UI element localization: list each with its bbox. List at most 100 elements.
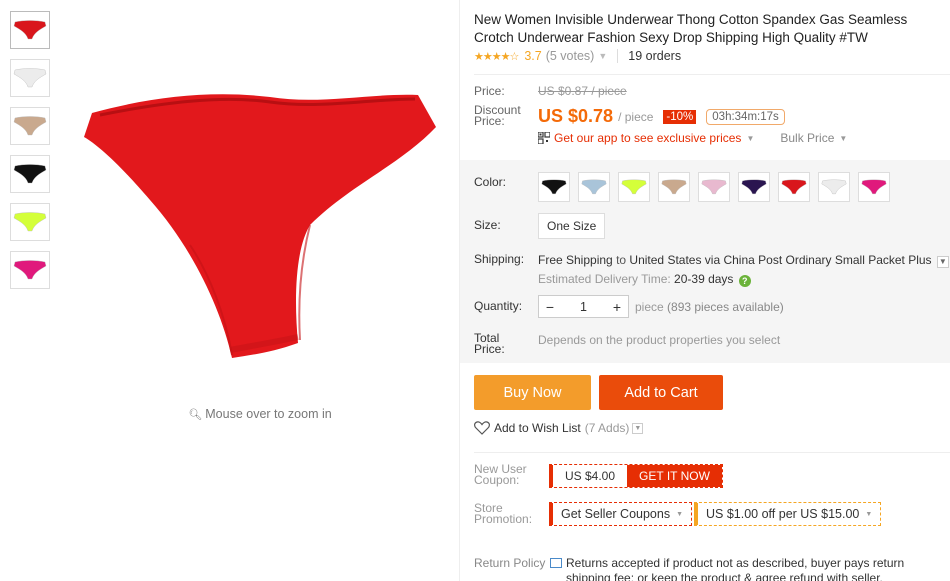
divider: [474, 74, 950, 75]
caret-down-icon[interactable]: ▼: [839, 134, 847, 143]
rating-stars-icon: ★★★★☆: [474, 50, 519, 63]
discount-badge: -10%: [663, 109, 697, 124]
countdown-timer: 03h:34m:17s: [706, 108, 785, 125]
magnifier-icon: 🔍︎: [188, 409, 203, 421]
thumbnail-pink-thumb[interactable]: [10, 251, 50, 289]
caret-down-icon[interactable]: ▼: [676, 511, 683, 518]
color-swatch[interactable]: [738, 172, 770, 202]
delivery-days: 20-39 days: [674, 272, 734, 286]
size-label: Size:: [474, 218, 501, 232]
color-swatches: [538, 172, 898, 202]
coupon-label: Coupon:: [474, 473, 520, 487]
shipping-to: to: [616, 253, 627, 267]
total-price-note: Depends on the product properties you se…: [538, 333, 781, 347]
pieces-available: (893 pieces available): [667, 300, 784, 314]
panties-icon: [581, 179, 607, 195]
panties-icon: [661, 179, 687, 195]
thumbnail-nude-thumb[interactable]: [10, 107, 50, 145]
thumbnail-white-thumb[interactable]: [10, 59, 50, 97]
bulk-price-link[interactable]: Bulk Price: [780, 131, 834, 145]
return-policy-label: Return Policy: [474, 556, 546, 570]
color-swatch[interactable]: [538, 172, 570, 202]
delivery-label: Estimated Delivery Time:: [538, 272, 671, 286]
app-promo-row: Get our app to see exclusive prices ▼ Bu…: [538, 131, 847, 145]
app-prices-link[interactable]: Get our app to see exclusive prices: [554, 131, 741, 145]
buy-now-button[interactable]: Buy Now: [474, 375, 591, 410]
quantity-increase-button[interactable]: +: [606, 299, 628, 315]
panties-icon: [861, 179, 887, 195]
size-option-one-size[interactable]: One Size: [538, 213, 606, 239]
quantity-label: Quantity:: [474, 299, 523, 313]
caret-down-icon[interactable]: ▼: [746, 134, 754, 143]
quantity-unit: piece: [635, 300, 664, 314]
votes-link[interactable]: (5 votes): [546, 49, 595, 63]
add-to-cart-button[interactable]: Add to Cart: [599, 375, 723, 410]
availability: piece (893 pieces available): [635, 300, 784, 314]
panties-icon: [701, 179, 727, 195]
caret-down-icon[interactable]: ▼: [865, 511, 872, 518]
get-coupon-button[interactable]: GET IT NOW: [627, 465, 722, 487]
wishlist-row[interactable]: Add to Wish List (7 Adds) ▼: [474, 421, 644, 435]
panties-icon: [13, 260, 47, 280]
thumbnail-red-thumb[interactable]: [10, 11, 50, 49]
quantity-decrease-button[interactable]: −: [539, 299, 561, 315]
panties-icon: [13, 20, 47, 40]
color-swatch[interactable]: [618, 172, 650, 202]
color-swatch[interactable]: [658, 172, 690, 202]
promotion-label: Promotion:: [474, 512, 533, 526]
store-promotion-dropdown[interactable]: US $1.00 off per US $15.00 ▼: [694, 502, 882, 526]
heart-icon[interactable]: [474, 421, 490, 435]
return-policy: Return Policy Returns accepted if produc…: [474, 556, 936, 581]
seller-coupons-label[interactable]: Get Seller Coupons: [561, 507, 670, 521]
divider: [474, 452, 950, 453]
price-label: Price:: [474, 84, 505, 98]
quantity-input[interactable]: [563, 299, 604, 314]
panties-icon: [741, 179, 767, 195]
color-swatch[interactable]: [578, 172, 610, 202]
original-price: US $0.87 / piece: [538, 84, 627, 98]
panties-icon: [821, 179, 847, 195]
current-price-amount: US $0.78: [538, 106, 614, 126]
return-policy-text: Returns accepted if product not as descr…: [566, 556, 905, 581]
thumbnail-lime-thumb[interactable]: [10, 203, 50, 241]
color-swatch[interactable]: [698, 172, 730, 202]
thumbnail-black-thumb[interactable]: [10, 155, 50, 193]
chevron-down-icon[interactable]: ▼: [632, 422, 644, 434]
new-user-coupon: US $4.00 GET IT NOW: [549, 464, 723, 488]
delivery-estimate: Estimated Delivery Time: 20-39 days ?: [538, 272, 751, 287]
panties-icon: [13, 68, 47, 88]
rating-value: 3.7: [524, 49, 542, 63]
add-to-wishlist-link[interactable]: Add to Wish List: [494, 421, 581, 435]
shipping-dropdown-icon[interactable]: ▼: [936, 256, 949, 268]
panties-icon: [13, 116, 47, 136]
total-price-label-2: Price:: [474, 342, 505, 356]
help-icon[interactable]: ?: [738, 275, 751, 287]
seller-coupons-dropdown[interactable]: Get Seller Coupons ▼: [549, 502, 693, 526]
shipping-label: Shipping:: [474, 252, 525, 266]
rating-row: ★★★★☆ 3.7 (5 votes) ▼ 19 orders: [474, 49, 681, 63]
shipping-info: Free Shipping to United States via China…: [538, 253, 949, 268]
panties-icon: [621, 179, 647, 195]
color-swatch[interactable]: [778, 172, 810, 202]
color-swatch[interactable]: [818, 172, 850, 202]
wishlist-count: (7 Adds): [584, 421, 630, 435]
panties-icon: [781, 179, 807, 195]
qr-code-icon: [538, 132, 550, 144]
current-price: US $0.78 / piece -10% 03h:34m:17s: [538, 106, 785, 127]
panties-icon: [13, 164, 47, 184]
chevron-down-icon[interactable]: ▼: [598, 51, 607, 61]
separator: [617, 49, 619, 63]
zoom-hint: 🔍︎ Mouse over to zoom in: [188, 407, 332, 421]
color-swatch[interactable]: [858, 172, 890, 202]
product-title: New Women Invisible Underwear Thong Cott…: [474, 12, 908, 45]
main-product-image[interactable]: [70, 75, 450, 375]
shipping-destination[interactable]: United States via China Post Ordinary Sm…: [629, 253, 931, 267]
discount-price-label-2: Price:: [474, 114, 505, 128]
thumbnail-list: [10, 11, 50, 299]
free-shipping: Free Shipping: [538, 253, 613, 267]
panties-icon: [541, 179, 567, 195]
color-label: Color:: [474, 175, 507, 189]
panties-icon: [13, 212, 47, 232]
return-policy-icon: [550, 558, 562, 568]
store-promotion-label[interactable]: US $1.00 off per US $15.00: [706, 507, 859, 521]
